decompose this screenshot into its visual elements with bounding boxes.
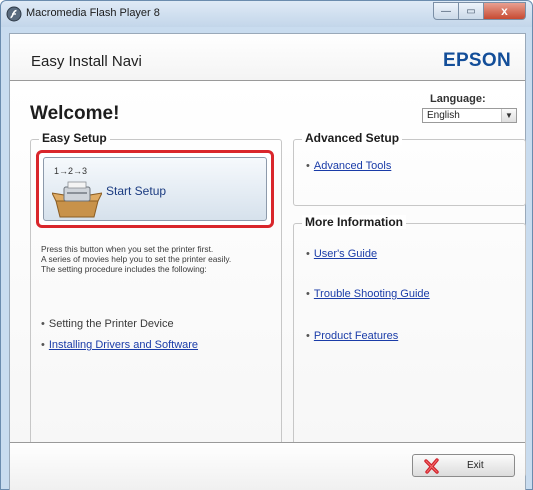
start-setup-highlight: 1→2→3 Start Setup xyxy=(36,150,274,228)
description-line: The setting procedure includes the follo… xyxy=(41,264,207,274)
printer-box-icon xyxy=(52,181,102,218)
more-information-group: More Information • User's Guide • Trouble … xyxy=(293,215,526,477)
start-setup-button[interactable]: 1→2→3 Start Setup xyxy=(43,157,267,221)
client-area: Easy Install Navi EPSON Welcome! Languag… xyxy=(9,33,526,490)
easy-setup-title: Easy Setup xyxy=(39,131,110,145)
bullet-icon: • xyxy=(306,288,310,300)
users-guide-link[interactable]: User's Guide xyxy=(314,248,377,260)
setting-printer-label: Setting the Printer Device xyxy=(48,318,174,330)
installing-drivers-link[interactable]: Installing Drivers and Software xyxy=(49,339,198,351)
flash-player-icon xyxy=(6,6,22,22)
list-item-setting-printer: • Setting the Printer Device xyxy=(41,318,174,330)
bullet-icon: • xyxy=(41,339,45,351)
bullet-icon: • xyxy=(306,330,310,342)
app-header: Easy Install Navi EPSON xyxy=(10,34,525,81)
setup-description: Press this button when you set the print… xyxy=(41,244,281,274)
exit-button[interactable]: Exit xyxy=(412,454,515,477)
language-selected-value: English xyxy=(427,110,460,121)
close-button[interactable]: x xyxy=(484,2,526,20)
easy-setup-group: Easy Setup 1→2→3 Start Setup Press this … xyxy=(30,131,282,476)
start-setup-label: Start Setup xyxy=(106,184,167,198)
list-item-product-features: • Product Features xyxy=(306,330,398,342)
welcome-heading: Welcome! xyxy=(30,103,120,124)
language-select[interactable]: English ▼ xyxy=(422,108,517,123)
trouble-shooting-link[interactable]: Trouble Shooting Guide xyxy=(314,288,430,300)
description-line: Press this button when you set the print… xyxy=(41,244,214,254)
window-controls: — ▭ x xyxy=(433,2,526,20)
main-panel: Welcome! Language: English ▼ Easy Setup … xyxy=(10,82,526,477)
red-x-icon xyxy=(424,458,439,474)
bullet-icon: • xyxy=(41,318,45,330)
app-title: Easy Install Navi xyxy=(31,53,142,70)
setup-steps-label: 1→2→3 xyxy=(54,166,88,176)
exit-label: Exit xyxy=(467,460,484,471)
advanced-setup-title: Advanced Setup xyxy=(302,131,403,145)
app-window: Macromedia Flash Player 8 — ▭ x Easy Ins… xyxy=(0,0,533,490)
description-line: A series of movies help you to set the p… xyxy=(41,254,232,264)
language-label: Language: xyxy=(430,93,486,105)
window-title: Macromedia Flash Player 8 xyxy=(26,7,160,19)
chevron-down-icon[interactable]: ▼ xyxy=(501,109,516,122)
product-features-link[interactable]: Product Features xyxy=(314,330,398,342)
advanced-setup-group: Advanced Setup • Advanced Tools xyxy=(293,131,526,206)
list-item-users-guide: • User's Guide xyxy=(306,248,377,260)
list-item-installing-drivers: • Installing Drivers and Software xyxy=(41,339,198,351)
list-item-trouble-shooting: • Trouble Shooting Guide xyxy=(306,288,430,300)
bullet-icon: • xyxy=(306,248,310,260)
advanced-tools-link[interactable]: Advanced Tools xyxy=(314,160,391,172)
maximize-button[interactable]: ▭ xyxy=(459,2,484,20)
title-bar[interactable]: Macromedia Flash Player 8 — ▭ x xyxy=(1,1,532,27)
more-information-title: More Information xyxy=(302,215,406,229)
bullet-icon: • xyxy=(306,160,310,172)
footer-bar: Exit xyxy=(10,442,525,490)
minimize-button[interactable]: — xyxy=(433,2,459,20)
list-item-advanced-tools: • Advanced Tools xyxy=(306,160,391,172)
epson-logo: EPSON xyxy=(442,50,511,71)
